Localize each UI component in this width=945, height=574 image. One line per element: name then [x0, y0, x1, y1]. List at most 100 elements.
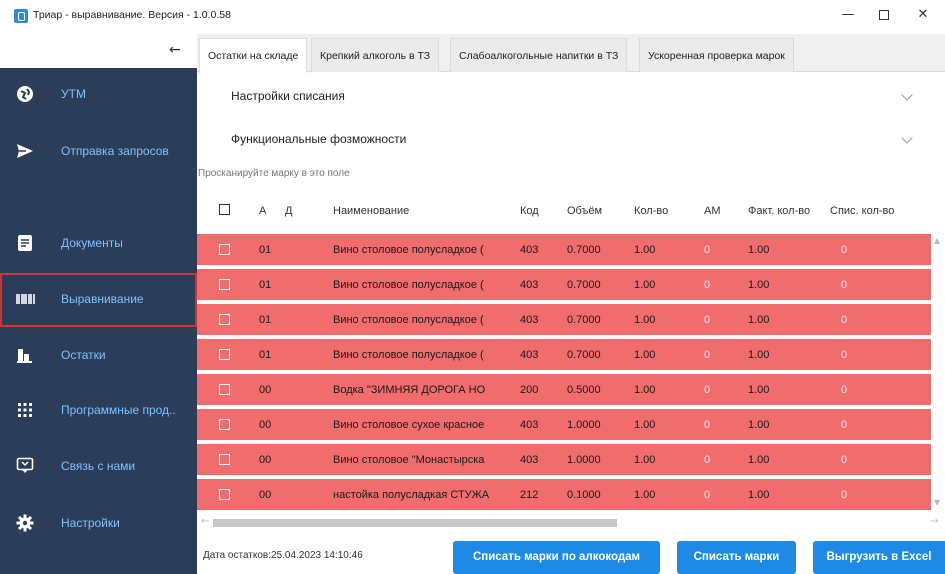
- row-checkbox[interactable]: [219, 279, 230, 290]
- scroll-up-icon[interactable]: ▲: [934, 236, 940, 245]
- maximize-button[interactable]: [874, 6, 894, 24]
- app-logo-icon: [14, 9, 28, 23]
- sidebar-item-software[interactable]: Программные прод..: [0, 384, 197, 438]
- gear-icon: [16, 514, 34, 532]
- export-excel-button[interactable]: Выгрузить в Excel: [813, 541, 945, 574]
- column-header-code[interactable]: Код: [520, 205, 539, 217]
- row-checkbox[interactable]: [219, 244, 230, 255]
- tab-low-alcohol[interactable]: Слабоалкогольные напитки в ТЗ: [450, 38, 628, 72]
- row-checkbox[interactable]: [219, 349, 230, 360]
- accordion-write-off-settings[interactable]: Настройки списания: [197, 77, 945, 117]
- row-checkbox[interactable]: [219, 314, 230, 325]
- column-header-a[interactable]: А: [259, 205, 266, 217]
- accordion-features[interactable]: Функциональные фозможности: [197, 120, 945, 160]
- sidebar-item-label: Отправка запросов: [61, 144, 169, 158]
- scrollbar-thumb[interactable]: [213, 519, 617, 527]
- cell-qty: 1.00: [634, 419, 656, 431]
- cell-fact-qty: 1.00: [748, 349, 770, 361]
- cell-qty: 1.00: [634, 314, 656, 326]
- sidebar-item-stock[interactable]: Остатки: [0, 329, 197, 383]
- chat-icon: [16, 457, 34, 475]
- row-checkbox[interactable]: [219, 489, 230, 500]
- barcode-icon: [16, 290, 35, 308]
- tab-fast-check[interactable]: Ускоренная проверка марок: [639, 38, 794, 72]
- column-header-spis-qty[interactable]: Спис. кол-во: [830, 205, 894, 217]
- horizontal-scrollbar[interactable]: ← →: [197, 516, 945, 530]
- cell-code: 403: [520, 244, 539, 256]
- table-row[interactable]: 00 Вино столовое "Монастырска 403 1.0000…: [197, 444, 931, 477]
- accordion-title: Настройки списания: [231, 89, 345, 103]
- sidebar-item-label: Настройки: [61, 516, 120, 530]
- chevron-down-icon[interactable]: [901, 132, 913, 144]
- cell-a: 00: [259, 384, 272, 396]
- table-row[interactable]: 00 настойка полусладкая СТУЖА 212 0.1000…: [197, 479, 931, 512]
- sidebar-item-utm[interactable]: УТМ: [0, 68, 197, 122]
- sidebar-item-alignment[interactable]: Выравнивание: [0, 273, 197, 327]
- sidebar-item-settings[interactable]: Настройки: [0, 497, 197, 551]
- column-header-d[interactable]: Д: [285, 205, 292, 217]
- table-row[interactable]: 00 Вино столовое сухое красное 403 1.000…: [197, 409, 931, 442]
- sidebar-item-label: Выравнивание: [61, 292, 144, 306]
- sidebar-nav: УТМ Отправка запросов Документы Выравнив…: [0, 68, 197, 574]
- table-row[interactable]: 01 Вино столовое полусладкое ( 403 0.700…: [197, 339, 931, 372]
- cell-a: 01: [259, 314, 272, 326]
- cell-code: 212: [520, 489, 539, 501]
- minimize-button[interactable]: —: [838, 6, 858, 24]
- select-all-checkbox[interactable]: [219, 204, 230, 215]
- table-row[interactable]: 01 Вино столовое полусладкое ( 403 0.700…: [197, 234, 931, 267]
- tab-strong-alcohol[interactable]: Крепкий алкоголь в ТЗ: [311, 38, 440, 72]
- cell-name: Водка "ЗИМНЯЯ ДОРОГА НО: [333, 384, 486, 396]
- table-row[interactable]: 00 Водка "ЗИМНЯЯ ДОРОГА НО 200 0.5000 1.…: [197, 374, 931, 407]
- cell-fact-qty: 1.00: [748, 244, 770, 256]
- title-bar: Триар - выравнивание. Версия - 1.0.0.58 …: [0, 0, 945, 34]
- column-header-name[interactable]: Наименование: [333, 205, 409, 217]
- cell-qty: 1.00: [634, 349, 656, 361]
- write-off-button[interactable]: Списать марки: [677, 541, 796, 574]
- cell-code: 200: [520, 384, 539, 396]
- column-header-fact-qty[interactable]: Факт. кол-во: [748, 205, 810, 217]
- sidebar-item-label: Документы: [61, 236, 123, 250]
- cell-name: Вино столовое полусладкое (: [333, 244, 484, 256]
- cell-name: Вино столовое полусладкое (: [333, 349, 484, 361]
- sidebar-item-requests[interactable]: Отправка запросов: [0, 125, 197, 179]
- sidebar-item-label: Остатки: [61, 348, 106, 362]
- cell-spis-qty: 0: [841, 349, 848, 361]
- back-arrow-icon[interactable]: ←: [169, 42, 181, 58]
- table-row[interactable]: 01 Вино столовое полусладкое ( 403 0.700…: [197, 304, 931, 337]
- scroll-down-icon[interactable]: ▼: [934, 498, 940, 507]
- row-checkbox[interactable]: [219, 419, 230, 430]
- cell-volume: 0.7000: [567, 349, 601, 361]
- scroll-right-icon[interactable]: →: [930, 516, 938, 527]
- column-header-qty[interactable]: Кол-во: [634, 205, 668, 217]
- scan-input[interactable]: Просканируйте марку в это поле: [198, 168, 350, 179]
- vertical-scrollbar[interactable]: ▲ ▼: [931, 234, 945, 512]
- scroll-left-icon[interactable]: ←: [201, 516, 209, 527]
- cell-qty: 1.00: [634, 244, 656, 256]
- chevron-down-icon[interactable]: [901, 89, 913, 101]
- cell-code: 403: [520, 349, 539, 361]
- cell-am: 0: [704, 489, 711, 501]
- row-checkbox[interactable]: [219, 454, 230, 465]
- write-off-by-alcocodes-button[interactable]: Списать марки по алкокодам: [453, 541, 660, 574]
- cell-volume: 0.7000: [567, 314, 601, 326]
- column-header-am[interactable]: АМ: [704, 205, 721, 217]
- cell-fact-qty: 1.00: [748, 454, 770, 466]
- sidebar-item-documents[interactable]: Документы: [0, 217, 197, 271]
- cell-spis-qty: 0: [841, 419, 848, 431]
- cell-fact-qty: 1.00: [748, 419, 770, 431]
- cell-spis-qty: 0: [841, 314, 848, 326]
- cell-a: 01: [259, 244, 272, 256]
- row-checkbox[interactable]: [219, 384, 230, 395]
- cell-code: 403: [520, 314, 539, 326]
- column-header-volume[interactable]: Объём: [567, 205, 602, 217]
- sidebar-item-label: Связь с нами: [61, 459, 136, 473]
- cell-name: настойка полусладкая СТУЖА: [333, 489, 490, 501]
- close-button[interactable]: ✕: [913, 6, 933, 24]
- window-title: Триар - выравнивание. Версия - 1.0.0.58: [33, 9, 231, 21]
- cell-qty: 1.00: [634, 454, 656, 466]
- sidebar-item-contact[interactable]: Связь с нами: [0, 440, 197, 494]
- cell-qty: 1.00: [634, 384, 656, 396]
- table-row[interactable]: 01 Вино столовое полусладкое ( 403 0.700…: [197, 269, 931, 302]
- cell-a: 00: [259, 489, 272, 501]
- tab-warehouse-stock[interactable]: Остатки на складе: [199, 38, 308, 73]
